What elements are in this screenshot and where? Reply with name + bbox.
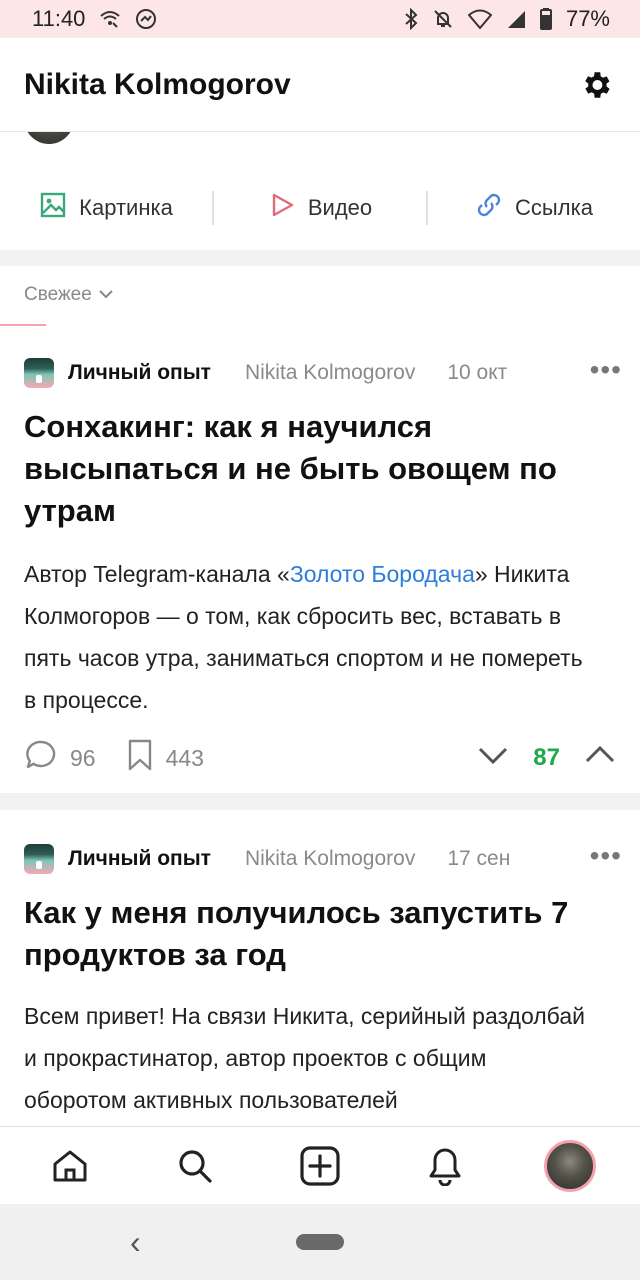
bookmarks-count: 443 (165, 744, 204, 771)
link-button[interactable]: Ссылка (428, 191, 640, 225)
comment-icon (24, 738, 58, 778)
subsite-name[interactable]: Личный опыт (68, 361, 211, 385)
notifications-icon[interactable] (413, 1134, 477, 1198)
sort-dropdown[interactable]: Свежее (24, 284, 114, 306)
battery-icon (539, 8, 552, 30)
more-icon[interactable]: ••• (590, 840, 622, 872)
post-excerpt: Автор Telegram-канала «Золото Бородача» … (24, 561, 583, 713)
vote-controls: 87 (477, 744, 616, 772)
bottom-navigation (0, 1126, 640, 1204)
downvote-chevron-icon[interactable] (477, 744, 509, 772)
subsite-icon (24, 358, 54, 388)
bluetooth-icon (404, 8, 418, 30)
profile-composer: Картинка Видео Ссылка (0, 132, 640, 250)
wifi-icon (467, 9, 492, 29)
profile-avatar[interactable] (538, 1134, 602, 1198)
messenger-icon (135, 8, 157, 30)
link-label: Ссылка (515, 195, 593, 220)
post-card[interactable]: Личный опыт Nikita Kolmogorov 17 сен •••… (0, 810, 640, 1126)
post-meta: Личный опыт Nikita Kolmogorov 17 сен ••• (24, 840, 622, 874)
author-name[interactable]: Nikita Kolmogorov (245, 847, 415, 871)
subsite-icon (24, 844, 54, 874)
rating-count: 87 (533, 744, 560, 771)
picture-button[interactable]: Картинка (0, 191, 212, 225)
video-label: Видео (307, 195, 373, 220)
system-navigation-bar: ‹ (0, 1204, 640, 1280)
avatar (543, 1139, 596, 1192)
status-time: 11:40 (32, 6, 86, 31)
sort-label: Свежее (24, 284, 92, 305)
link-icon (475, 191, 503, 225)
gear-icon[interactable] (576, 65, 616, 105)
upvote-chevron-icon[interactable] (584, 744, 616, 772)
post-link[interactable]: Золото Бородача (290, 561, 475, 587)
home-pill[interactable] (296, 1234, 344, 1250)
feed-filter: Свежее (0, 266, 640, 327)
media-attach-row: Картинка Видео Ссылка (0, 176, 640, 240)
post-date: 17 сен (447, 847, 511, 870)
signal-icon (506, 9, 526, 29)
avatar (24, 132, 74, 144)
bookmark-icon (126, 738, 154, 778)
post-excerpt: Всем привет! На связи Никита, серийный р… (24, 1003, 585, 1113)
post-actions: 96 443 87 (24, 738, 616, 778)
battery-percent: 77% (565, 6, 610, 31)
add-post-icon[interactable] (288, 1134, 352, 1198)
status-bar: 11:40 77% (0, 0, 640, 38)
play-icon (268, 191, 296, 225)
search-icon[interactable] (163, 1134, 227, 1198)
comments-button[interactable]: 96 (24, 738, 96, 778)
post-meta: Личный опыт Nikita Kolmogorov 10 окт ••• (24, 354, 622, 388)
home-icon[interactable] (38, 1134, 102, 1198)
app-bar: Nikita Kolmogorov (0, 38, 640, 132)
bookmark-button[interactable]: 443 (126, 738, 204, 778)
post-title[interactable]: Сонхакинг: как я научился высыпаться и н… (24, 406, 600, 532)
chevron-down-icon (98, 284, 114, 306)
back-icon[interactable]: ‹ (130, 1224, 141, 1261)
author-name[interactable]: Nikita Kolmogorov (245, 361, 415, 385)
more-icon[interactable]: ••• (590, 354, 622, 386)
post-date: 10 окт (447, 361, 508, 384)
post-card[interactable]: Личный опыт Nikita Kolmogorov 10 окт •••… (0, 326, 640, 793)
wifi-calling-icon (99, 9, 121, 29)
picture-icon (39, 191, 67, 225)
comments-count: 96 (70, 744, 96, 771)
mute-icon (432, 8, 454, 30)
page-title: Nikita Kolmogorov (24, 67, 291, 101)
video-button[interactable]: Видео (214, 191, 426, 225)
picture-label: Картинка (79, 195, 173, 220)
post-title[interactable]: Как у меня получилось запустить 7 продук… (24, 892, 584, 976)
subsite-name[interactable]: Личный опыт (68, 847, 211, 871)
